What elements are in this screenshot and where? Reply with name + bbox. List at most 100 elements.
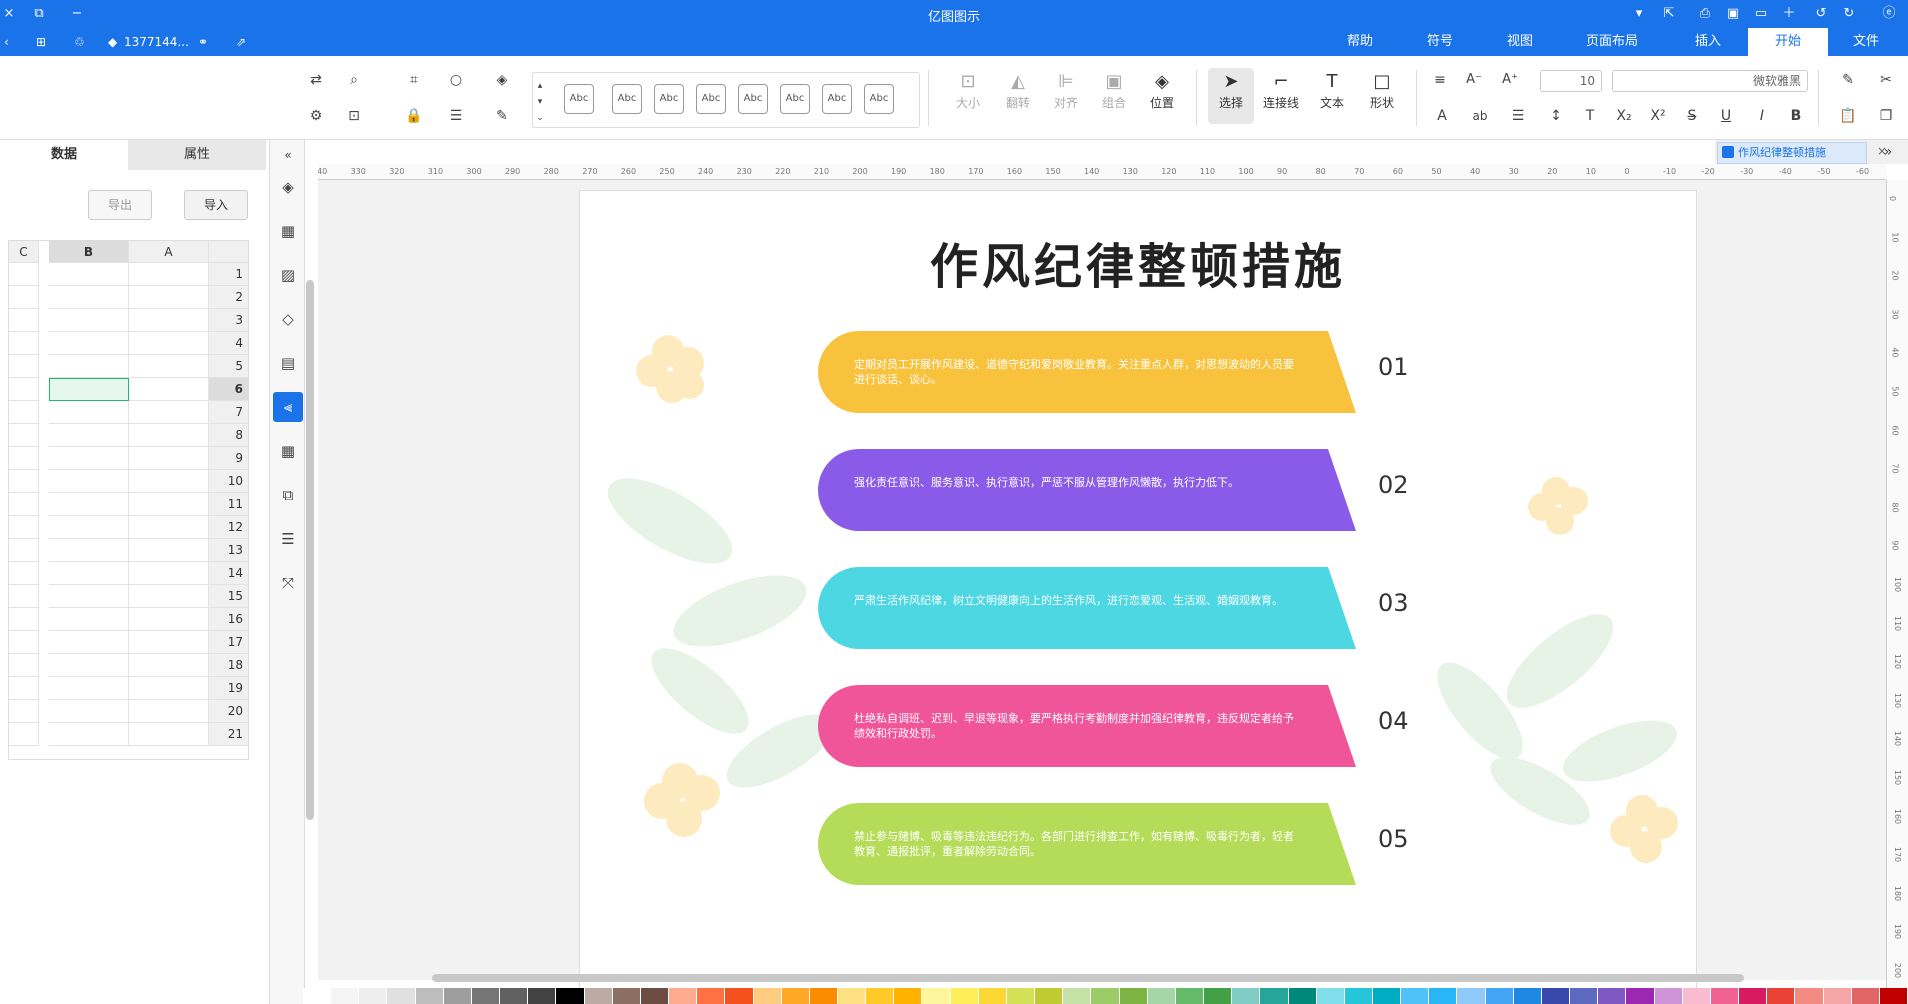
grid-cell[interactable] [49, 677, 129, 700]
grid-cell[interactable] [49, 608, 129, 631]
row-header[interactable]: 18 [209, 654, 248, 677]
row-header[interactable]: 7 [209, 401, 248, 424]
connector-tool[interactable]: ⌐ 连接线 [1258, 70, 1304, 111]
grid-cell[interactable] [49, 493, 129, 516]
row-header[interactable]: 10 [209, 470, 248, 493]
color-swatch[interactable] [1851, 988, 1879, 1004]
grid-cell[interactable] [49, 631, 129, 654]
color-swatch[interactable] [1767, 988, 1795, 1004]
font-size-select[interactable]: 10 [1540, 70, 1602, 92]
shirt-icon[interactable]: ♲ [74, 33, 85, 51]
grid-cell[interactable] [129, 470, 209, 493]
line-color-icon[interactable]: ✎ [492, 106, 512, 126]
grid-cell[interactable] [9, 424, 39, 447]
grid-cell[interactable] [129, 355, 209, 378]
close-icon[interactable]: × [0, 5, 18, 23]
diagram-item[interactable]: 强化责任意识、服务意识、执行意识，严惩不服从管理作风懒散，执行力低下。 02 [818, 449, 1409, 531]
gallery-more-icon[interactable]: ⌄ [530, 108, 550, 128]
color-swatch[interactable] [1654, 988, 1682, 1004]
tab-home[interactable]: 开始 [1748, 28, 1828, 56]
tab-help[interactable]: 帮助 [1320, 28, 1400, 56]
row-header[interactable]: 6 [209, 378, 248, 401]
row-header[interactable]: 20 [209, 700, 248, 723]
color-swatch[interactable] [1879, 988, 1907, 1004]
fit-icon[interactable]: ⊡ [344, 106, 364, 126]
list-icon[interactable]: ☰ [1508, 106, 1528, 126]
align-tool[interactable]: ⊫ 对齐 [1046, 70, 1086, 111]
tab-data[interactable]: 数据 [0, 140, 128, 170]
color-swatch[interactable] [415, 988, 443, 1004]
grid-cell[interactable] [129, 309, 209, 332]
search-icon[interactable]: ⌕ [344, 70, 364, 90]
grid-cell[interactable] [49, 700, 129, 723]
grid-cell[interactable] [49, 447, 129, 470]
grid-cell[interactable] [9, 654, 39, 677]
image-icon[interactable]: ▨ [277, 264, 299, 286]
account-name[interactable]: 1377144... [124, 33, 189, 51]
grid-cell[interactable] [9, 608, 39, 631]
grid-cell[interactable] [9, 355, 39, 378]
style-swatch[interactable]: Abc [780, 84, 810, 114]
tab-page-layout[interactable]: 页面布局 [1572, 28, 1652, 56]
style-swatch[interactable]: Abc [696, 84, 726, 114]
diagram-title[interactable]: 作风纪律整顿措施 [580, 227, 1696, 297]
color-swatch[interactable] [1006, 988, 1035, 1004]
grid-cell[interactable] [129, 424, 209, 447]
shape-tool[interactable]: □ 形状 [1362, 70, 1402, 111]
page-icon[interactable]: ▤ [277, 352, 299, 374]
grid-cell[interactable] [129, 700, 209, 723]
grid-cell[interactable] [129, 516, 209, 539]
import-button[interactable]: 导入 [184, 190, 248, 220]
row-header[interactable]: 4 [209, 332, 248, 355]
row-header[interactable]: 21 [209, 723, 248, 746]
grid-cell[interactable] [129, 608, 209, 631]
color-swatch[interactable] [1119, 988, 1147, 1004]
color-swatch[interactable] [1485, 988, 1513, 1004]
color-swatch[interactable] [1429, 988, 1457, 1004]
row-header[interactable]: 12 [209, 516, 248, 539]
tab-view[interactable]: 视图 [1480, 28, 1560, 56]
grid-cell[interactable] [9, 723, 39, 746]
color-swatch[interactable] [725, 988, 753, 1004]
color-swatch[interactable] [1626, 988, 1654, 1004]
color-swatch[interactable] [1344, 988, 1372, 1004]
grid-cell[interactable] [9, 401, 39, 424]
color-swatch[interactable] [866, 988, 894, 1004]
share-icon[interactable]: ⚭ [198, 33, 208, 51]
diagram-page[interactable]: 作风纪律整顿措施 定期对员工开展作风建设、道德守纪和爱岗敬业教育。关注重点人群，… [579, 190, 1697, 1000]
grid-cell[interactable] [49, 424, 129, 447]
row-header[interactable]: 19 [209, 677, 248, 700]
grid-cell[interactable] [9, 263, 39, 286]
align-icon[interactable]: ≡ [1430, 70, 1450, 90]
chart-icon[interactable]: ⫷ [273, 392, 303, 422]
grid-cell[interactable] [9, 631, 39, 654]
color-swatch[interactable] [781, 988, 809, 1004]
color-swatch[interactable] [753, 988, 781, 1004]
flip-tool[interactable]: ◭ 翻转 [998, 70, 1038, 111]
color-swatch[interactable] [809, 988, 837, 1004]
color-swatch[interactable] [838, 988, 866, 1004]
grid-cell[interactable] [49, 516, 129, 539]
color-swatch[interactable] [528, 988, 556, 1004]
data-grid[interactable]: A B C 1 2 3 4 5 6 7 8 9 10 11 12 13 14 15 16 17 18 19 20 21 [8, 240, 249, 760]
settings-icon[interactable]: ⚙ [306, 106, 326, 126]
row-header[interactable]: 2 [209, 286, 248, 309]
row-header[interactable]: 1 [209, 263, 248, 286]
color-swatch[interactable] [1288, 988, 1316, 1004]
grid-cell[interactable] [49, 309, 129, 332]
row-header[interactable]: 14 [209, 562, 248, 585]
color-swatch[interactable] [978, 988, 1006, 1004]
color-swatch[interactable] [1513, 988, 1541, 1004]
collapse-right-icon[interactable]: » [1878, 142, 1898, 162]
row-header[interactable]: 17 [209, 631, 248, 654]
column-header[interactable]: C [9, 241, 39, 263]
style-swatch[interactable]: Abc [564, 84, 594, 114]
publish-icon[interactable]: ⇗ [236, 33, 246, 51]
row-header[interactable]: 8 [209, 424, 248, 447]
row-header[interactable]: 5 [209, 355, 248, 378]
grid-cell[interactable] [129, 332, 209, 355]
grid-cell[interactable] [129, 493, 209, 516]
tab-properties[interactable]: 属性 [128, 140, 266, 170]
line-spacing-icon[interactable]: ↕ [1546, 106, 1566, 126]
text-format-icon[interactable]: T [1580, 106, 1600, 126]
